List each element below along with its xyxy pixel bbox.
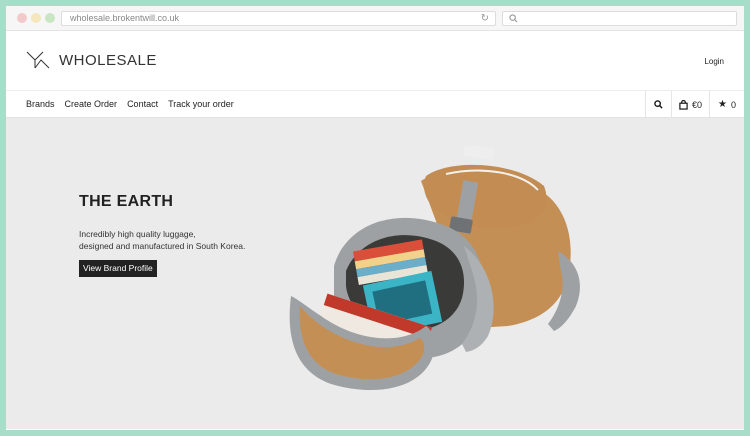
brand-description-line-1: Incredibly high quality luggage,: [79, 229, 196, 239]
site-search-button[interactable]: [645, 91, 671, 118]
favorites-button[interactable]: ★ 0: [709, 91, 744, 118]
view-brand-profile-button[interactable]: View Brand Profile: [79, 260, 157, 277]
nav-link-track-order[interactable]: Track your order: [168, 99, 234, 109]
search-icon: [509, 14, 518, 23]
nav-link-brands[interactable]: Brands: [26, 99, 55, 109]
cart-button[interactable]: €0: [671, 91, 709, 118]
hero-banner: THE EARTH Incredibly high quality luggag…: [6, 118, 744, 429]
backpack-image: 88: [289, 146, 580, 391]
star-icon: ★: [718, 99, 727, 110]
search-icon: [654, 100, 663, 109]
browser-search-field[interactable]: [502, 11, 737, 26]
nav-link-create-order[interactable]: Create Order: [65, 99, 118, 109]
reload-icon[interactable]: ↻: [481, 12, 489, 25]
close-window-button[interactable]: [17, 13, 27, 23]
nav-link-contact[interactable]: Contact: [127, 99, 158, 109]
logo-text: WHOLESALE: [59, 51, 157, 69]
logo[interactable]: WHOLESALE: [26, 51, 157, 69]
logo-mark-icon: [26, 51, 50, 69]
brand-title: THE EARTH: [79, 193, 174, 210]
main-navigation: Brands Create Order Contact Track your o…: [6, 91, 744, 118]
maximize-window-button[interactable]: [45, 13, 55, 23]
browser-toolbar: wholesale.brokentwill.co.uk ↻: [6, 6, 744, 31]
address-bar-url: wholesale.brokentwill.co.uk: [70, 13, 180, 23]
brand-description-line-2: designed and manufactured in South Korea…: [79, 241, 246, 251]
minimize-window-button[interactable]: [31, 13, 41, 23]
brand-description: Incredibly high quality luggage, designe…: [79, 228, 279, 252]
favorites-count: 0: [730, 99, 736, 110]
cart-total: €0: [691, 99, 702, 110]
shopping-bag-icon: [679, 99, 688, 110]
site-header: WHOLESALE Login: [6, 31, 744, 91]
login-link[interactable]: Login: [704, 57, 724, 66]
address-bar[interactable]: wholesale.brokentwill.co.uk ↻: [61, 11, 496, 26]
browser-window: wholesale.brokentwill.co.uk ↻ WHOLESALE …: [6, 6, 744, 430]
